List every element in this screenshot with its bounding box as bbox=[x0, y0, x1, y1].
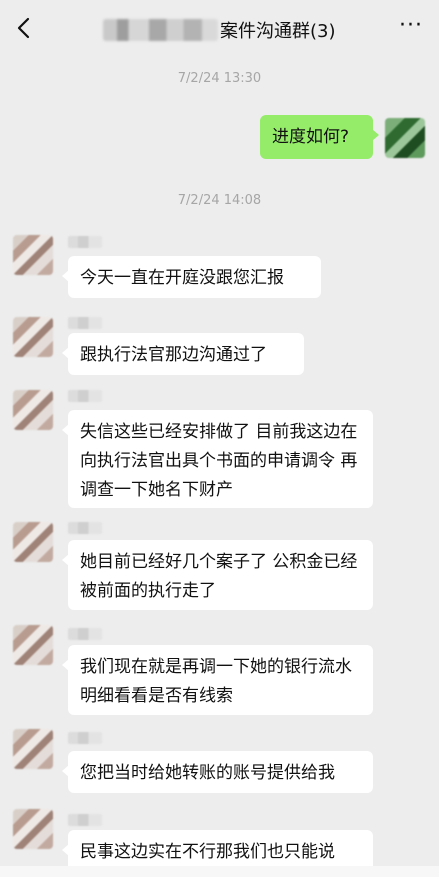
sender-nickname bbox=[68, 522, 102, 534]
more-options-icon[interactable]: ··· bbox=[397, 15, 425, 40]
self-message-bubble[interactable]: 进度如何? bbox=[260, 115, 379, 159]
message-bubble[interactable]: 她目前已经好几个案子了 公积金已经被前面的执行走了 bbox=[62, 540, 373, 610]
message-bubble[interactable]: 失信这些已经安排做了 目前我这边在向执行法官出具个书面的申请调令 再调查一下她名… bbox=[62, 410, 373, 508]
sender-nickname bbox=[68, 236, 102, 248]
sender-nickname bbox=[68, 390, 102, 402]
chat-title-text: 案件沟通群(3) bbox=[220, 21, 336, 42]
sender-nickname bbox=[68, 317, 102, 329]
sender-avatar[interactable] bbox=[13, 809, 53, 849]
message-bubble[interactable]: 跟执行法官那边沟通过了 bbox=[62, 333, 304, 375]
timestamp: 7/2/24 13:30 bbox=[177, 71, 262, 86]
message-bubble[interactable]: 我们现在就是再调一下她的银行流水明细看看是否有线索 bbox=[62, 645, 373, 715]
sender-avatar[interactable] bbox=[13, 522, 53, 562]
sender-nickname bbox=[68, 628, 102, 640]
chat-title: 案件沟通群(3) bbox=[103, 16, 336, 44]
sender-avatar[interactable] bbox=[13, 729, 53, 769]
timestamp: 7/2/24 14:08 bbox=[177, 193, 262, 208]
back-chevron-icon[interactable] bbox=[10, 14, 38, 42]
sender-avatar[interactable] bbox=[13, 235, 53, 275]
input-bar-edge bbox=[0, 866, 439, 877]
sender-avatar[interactable] bbox=[13, 390, 53, 430]
message-bubble[interactable]: 您把当时给她转账的账号提供给我 bbox=[62, 751, 373, 793]
self-avatar[interactable] bbox=[385, 118, 425, 158]
sender-avatar[interactable] bbox=[13, 317, 53, 357]
sender-avatar[interactable] bbox=[13, 625, 53, 665]
blurred-group-name bbox=[103, 19, 218, 41]
message-bubble[interactable]: 今天一直在开庭没跟您汇报 bbox=[62, 256, 321, 298]
chat-header: 案件沟通群(3) ··· bbox=[0, 0, 439, 58]
sender-nickname bbox=[68, 732, 102, 744]
sender-nickname bbox=[68, 814, 102, 826]
